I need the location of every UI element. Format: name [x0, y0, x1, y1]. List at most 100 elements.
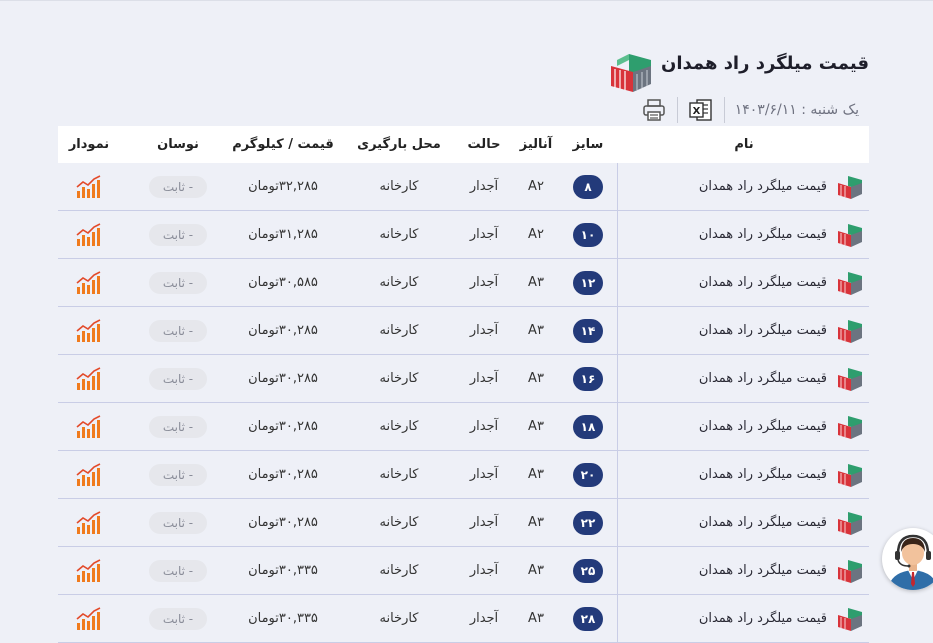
bar-chart-icon	[76, 222, 101, 246]
brand-logo-icon	[838, 175, 862, 199]
row-price-cell: ۳۱,۲۸۵تومان	[222, 211, 344, 258]
table-row: قیمت میلگرد راد همدان ۲۵ A۳ آجدار کارخان…	[58, 547, 869, 595]
row-fluct-cell: ثابت -	[133, 595, 223, 642]
row-analysis: A۳	[528, 371, 544, 386]
row-chart-cell[interactable]	[58, 499, 120, 546]
row-chart-cell[interactable]	[58, 163, 120, 210]
row-name: قیمت میلگرد راد همدان	[698, 179, 827, 194]
row-size-cell: ۱۰	[560, 211, 616, 258]
header-size: سایز	[572, 137, 604, 152]
row-chart-cell[interactable]	[58, 355, 120, 402]
row-chart-cell[interactable]	[58, 307, 120, 354]
fluctuation-badge[interactable]: ثابت -	[149, 271, 207, 294]
row-size-cell: ۱۶	[560, 355, 616, 402]
fluctuation-badge[interactable]: ثابت -	[149, 463, 207, 486]
page-title: قیمت میلگرد راد همدان	[660, 53, 869, 74]
size-badge: ۲۵	[573, 558, 603, 583]
bar-chart-icon	[76, 174, 101, 198]
row-analysis: A۳	[528, 419, 544, 434]
support-chat-button[interactable]	[882, 528, 933, 590]
header-name: نام	[734, 137, 754, 152]
row-size-cell: ۱۲	[560, 259, 616, 306]
row-price: ۳۰,۳۳۵تومان	[248, 563, 318, 578]
header-fluctuation: نوسان	[157, 137, 199, 152]
excel-export-button[interactable]: X	[688, 97, 714, 123]
fluctuation-badge[interactable]: ثابت -	[149, 223, 207, 246]
bar-chart-icon	[76, 558, 101, 582]
row-size-cell: ۲۵	[560, 547, 616, 594]
row-chart-cell[interactable]	[58, 451, 120, 498]
row-fluct-cell: ثابت -	[133, 259, 223, 306]
row-name: قیمت میلگرد راد همدان	[698, 515, 827, 530]
bar-chart-icon	[76, 462, 101, 486]
row-state: آجدار	[469, 419, 499, 434]
row-size-cell: ۱۴	[560, 307, 616, 354]
fluctuation-badge[interactable]: ثابت -	[149, 175, 207, 198]
row-name: قیمت میلگرد راد همدان	[698, 419, 827, 434]
row-analysis: A۳	[528, 467, 544, 482]
fluctuation-badge[interactable]: ثابت -	[149, 511, 207, 534]
row-price: ۳۰,۲۸۵تومان	[248, 419, 318, 434]
row-name: قیمت میلگرد راد همدان	[698, 275, 827, 290]
row-analysis: A۳	[528, 275, 544, 290]
brand-logo-icon	[838, 559, 862, 583]
row-price-cell: ۳۰,۲۸۵تومان	[222, 499, 344, 546]
row-state: آجدار	[469, 563, 499, 578]
row-size-cell: ۱۸	[560, 403, 616, 450]
bar-chart-icon	[76, 318, 101, 342]
page-header: قیمت میلگرد راد همدان	[607, 50, 869, 94]
size-badge: ۱۲	[573, 270, 603, 295]
row-place: کارخانه	[379, 371, 419, 386]
row-price: ۳۰,۲۸۵تومان	[248, 323, 318, 338]
row-price-cell: ۳۰,۲۸۵تومان	[222, 403, 344, 450]
row-price-cell: ۳۰,۲۸۵تومان	[222, 355, 344, 402]
row-chart-cell[interactable]	[58, 211, 120, 258]
svg-text:X: X	[692, 106, 700, 117]
fluctuation-badge[interactable]: ثابت -	[149, 367, 207, 390]
row-analysis: A۳	[528, 563, 544, 578]
row-state: آجدار	[469, 515, 499, 530]
row-place: کارخانه	[379, 419, 419, 434]
fluctuation-badge[interactable]: ثابت -	[149, 415, 207, 438]
toolbar-divider	[723, 97, 725, 123]
row-place: کارخانه	[379, 563, 419, 578]
row-chart-cell[interactable]	[58, 259, 120, 306]
header-state: حالت	[467, 137, 501, 152]
brand-logo-icon	[838, 463, 862, 487]
row-analysis: A۲	[528, 179, 544, 194]
brand-logo-icon	[838, 367, 862, 391]
row-place: کارخانه	[379, 275, 419, 290]
row-name: قیمت میلگرد راد همدان	[698, 371, 827, 386]
row-size-cell: ۸	[560, 163, 616, 210]
row-price: ۳۰,۳۳۵تومان	[248, 611, 318, 626]
row-price-cell: ۳۲,۲۸۵تومان	[222, 163, 344, 210]
row-fluct-cell: ثابت -	[133, 451, 223, 498]
row-place: کارخانه	[379, 611, 419, 626]
row-chart-cell[interactable]	[58, 595, 120, 642]
table-row: قیمت میلگرد راد همدان ۲۸ A۳ آجدار کارخان…	[58, 595, 869, 643]
fluctuation-badge[interactable]: ثابت -	[149, 559, 207, 582]
row-analysis: A۳	[528, 611, 544, 626]
row-chart-cell[interactable]	[58, 547, 120, 594]
top-divider	[0, 0, 933, 1]
table-row: قیمت میلگرد راد همدان ۱۸ A۳ آجدار کارخان…	[58, 403, 869, 451]
brand-logo-icon	[610, 54, 651, 92]
fluctuation-badge[interactable]: ثابت -	[149, 319, 207, 342]
row-size-cell: ۲۰	[560, 451, 616, 498]
row-price-cell: ۳۰,۳۳۵تومان	[222, 595, 344, 642]
row-name: قیمت میلگرد راد همدان	[698, 467, 827, 482]
row-analysis: A۳	[528, 323, 544, 338]
print-button[interactable]	[641, 97, 667, 123]
row-fluct-cell: ثابت -	[133, 211, 223, 258]
bar-chart-icon	[76, 510, 101, 534]
table-row: قیمت میلگرد راد همدان ۱۲ A۳ آجدار کارخان…	[58, 259, 869, 307]
header-price: قیمت / کیلوگرم	[232, 137, 334, 152]
row-price: ۳۰,۵۸۵تومان	[248, 275, 318, 290]
fluctuation-badge[interactable]: ثابت -	[149, 607, 207, 630]
bar-chart-icon	[76, 606, 101, 630]
row-price: ۳۰,۲۸۵تومان	[248, 467, 318, 482]
row-fluct-cell: ثابت -	[133, 163, 223, 210]
row-chart-cell[interactable]	[58, 403, 120, 450]
toolbar-divider	[676, 97, 678, 123]
table-body: قیمت میلگرد راد همدان ۸ A۲ آجدار کارخانه…	[58, 163, 869, 643]
